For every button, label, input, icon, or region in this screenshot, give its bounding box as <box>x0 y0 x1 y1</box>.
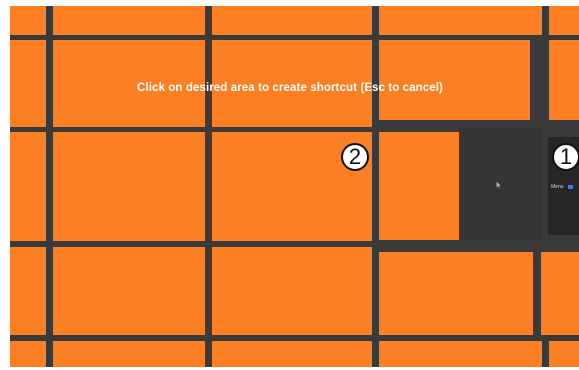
grid-cell-r1-c2[interactable] <box>212 40 372 127</box>
shortcut-grid-overlay: Menu Click on desired area to create sho… <box>0 0 579 370</box>
mouse-pointer-icon <box>496 181 502 189</box>
grid-cell-r1-c0[interactable] <box>10 40 46 127</box>
grid-cell-r0-c0[interactable] <box>10 6 46 35</box>
grid-cell-r2-c0[interactable] <box>10 132 46 241</box>
window-thumbnail-label: Menu <box>551 184 564 190</box>
grid-cell-r1-c3[interactable] <box>379 40 530 120</box>
grid-cell-r0-c1[interactable] <box>53 6 205 35</box>
grid-cell-r3-c4[interactable] <box>541 252 579 335</box>
grid-cell-r2-c1[interactable] <box>53 132 205 241</box>
grid-cell-r1-c1[interactable] <box>53 40 205 127</box>
grid-cell-r4-c3[interactable] <box>379 341 542 367</box>
grid-cell-r2-c3[interactable] <box>379 132 459 240</box>
grid-cell-r4-c2[interactable] <box>212 341 372 367</box>
grid-cell-r4-c4[interactable] <box>549 341 579 367</box>
window-thumbnail-accent <box>568 185 573 189</box>
shortcut-badge-2[interactable]: 2 <box>341 143 369 171</box>
grid-cell-r3-c0[interactable] <box>10 247 46 335</box>
grid-cell-r0-c4[interactable] <box>549 6 579 35</box>
grid-cell-r3-c1[interactable] <box>53 247 205 335</box>
grid-cell-r3-c2[interactable] <box>212 247 372 335</box>
grid-cell-r4-c1[interactable] <box>53 341 205 367</box>
grid-cell-r3-c3[interactable] <box>379 252 533 335</box>
shortcut-badge-1[interactable]: 1 <box>552 143 579 171</box>
screen-edge-left <box>0 0 10 370</box>
grid-cell-r0-c2[interactable] <box>212 6 372 35</box>
grid-cell-r4-c0[interactable] <box>10 341 46 367</box>
grid-cell-r1-c4[interactable] <box>549 40 579 120</box>
grid-cell-r0-c3[interactable] <box>379 6 542 35</box>
